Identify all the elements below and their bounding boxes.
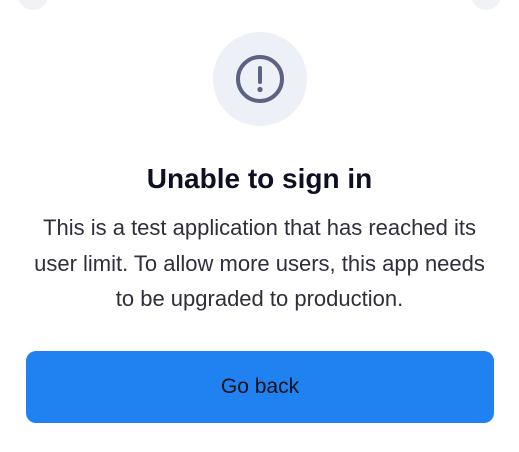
go-back-button[interactable]: Go back xyxy=(26,351,494,423)
alert-badge xyxy=(213,32,307,126)
alert-circle-icon xyxy=(234,53,286,105)
corner-decoration-right xyxy=(471,0,501,10)
dialog-title: Unable to sign in xyxy=(146,163,373,194)
corner-decoration-left xyxy=(18,0,48,10)
dialog-message: This is a test application that has reac… xyxy=(34,215,485,311)
